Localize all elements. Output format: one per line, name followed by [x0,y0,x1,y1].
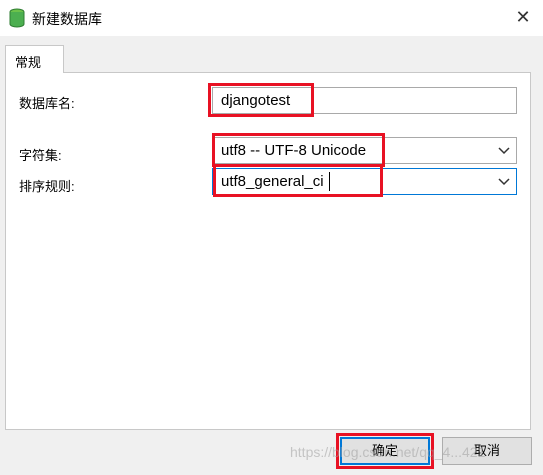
text-caret [329,172,330,191]
tab-label: 常规 [15,55,42,70]
chevron-down-icon [498,178,510,186]
tab-general[interactable]: 常规 [5,45,64,73]
collation-value: utf8_general_ci [221,173,324,190]
general-panel [5,72,531,430]
db-name-label: 数据库名: [19,96,75,111]
db-name-value: djangotest [221,92,291,109]
charset-select[interactable]: utf8 -- UTF-8 Unicode [212,137,517,164]
cancel-button[interactable]: 取消 [442,437,532,465]
collation-label: 排序规则: [19,179,75,194]
db-name-input[interactable]: djangotest [212,87,517,114]
window-title: 新建数据库 [32,11,102,27]
charset-label: 字符集: [19,148,62,163]
chevron-down-icon [498,147,510,155]
charset-value: utf8 -- UTF-8 Unicode [221,142,367,159]
database-icon [9,8,25,28]
ok-button[interactable]: 确定 [340,437,430,465]
title-bar: 新建数据库 ✕ [0,0,543,36]
close-icon[interactable]: ✕ [511,5,535,29]
collation-select[interactable]: utf8_general_ci [212,168,517,195]
